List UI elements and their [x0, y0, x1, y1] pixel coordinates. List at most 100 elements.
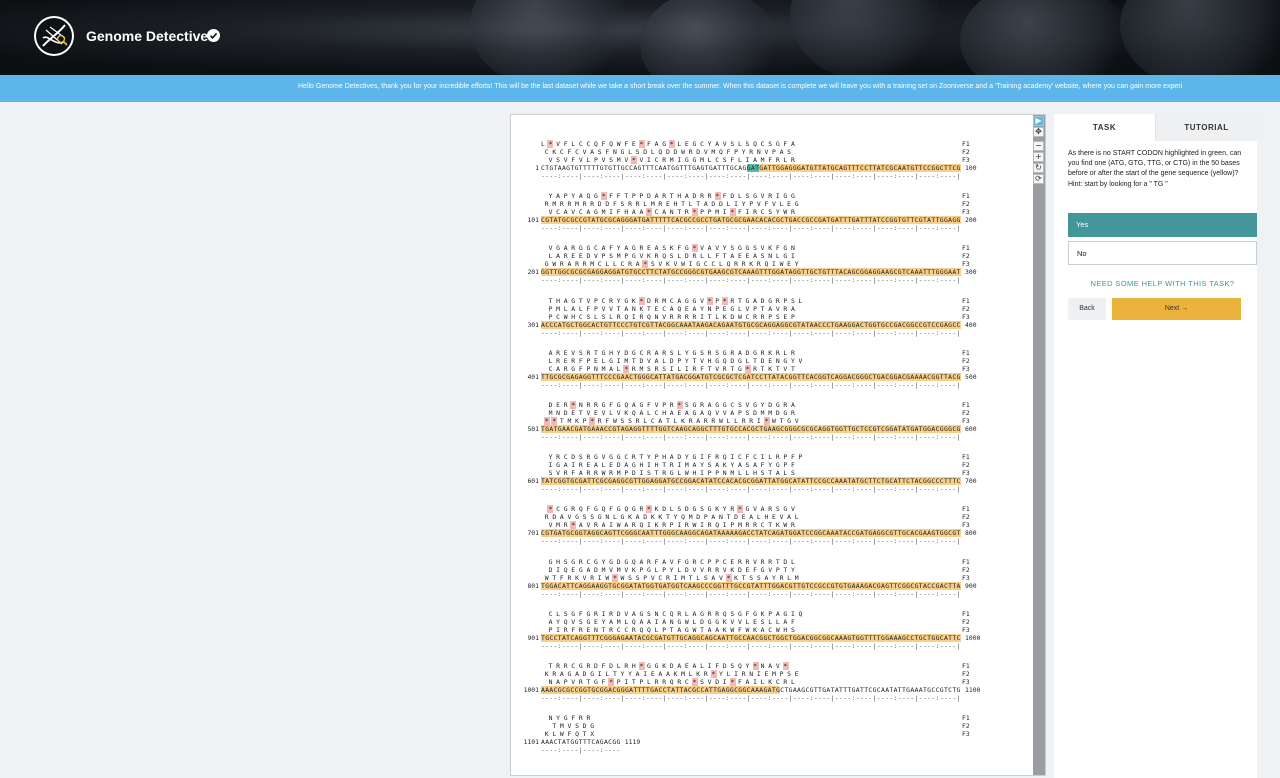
project-logo[interactable]	[34, 16, 74, 56]
frame-row-f2: L R E R F P E L G I M T D V A L D P Y T …	[541, 357, 981, 365]
frame-label: F3	[962, 625, 970, 634]
dna-sequence: GGTTGGCGCGCGAGGAGGATGTGCCTTCTATGCCGGGCGT…	[541, 268, 961, 277]
answer-yes-button[interactable]: Yes	[1068, 213, 1257, 237]
frame-text: L R E R F P E L G I M T D V A L D P Y T …	[541, 356, 803, 365]
frame-label: F3	[962, 521, 970, 530]
dna-sequence: TATCGGTGCGATTCGCGAGGCGTTGGAGGATGCCGGACAT…	[541, 477, 961, 486]
frame-row-f3: V M R * A V R A I W A R Q I K R P I R W …	[541, 521, 981, 530]
frame-row-f1: T H A G T V P C R Y G K * D R M C A G G …	[541, 296, 981, 305]
question-text: As there is no START CODON highlighted i…	[1068, 150, 1242, 178]
frame-row-f1: L * V F L C C Q F Q W F E * F A G * L E …	[541, 140, 981, 148]
sequence-block: G H S G R C G Y G D G Q A R F A V F G R …	[511, 558, 1033, 606]
frame-text: Y A P Y A Q G * F F T P P D A R T H A D …	[541, 192, 795, 201]
frame-text: P I R F R E N T R C C R Q Q L P T A G W …	[541, 625, 795, 634]
back-button[interactable]: Back	[1068, 298, 1106, 320]
tab-task[interactable]: TASK	[1054, 114, 1155, 141]
frame-label: F1	[962, 140, 970, 148]
frame-row-f1: V G A R G G C A F Y A G R E A S K F G * …	[541, 244, 981, 253]
subject-viewer[interactable]: L * V F L C C Q F Q W F E * F A G * L E …	[510, 114, 1046, 776]
frame-label: F1	[962, 348, 970, 357]
project-title[interactable]: Genome Detectives	[86, 28, 216, 44]
frame-label: F1	[962, 714, 970, 723]
sequence-display: L * V F L C C Q F Q W F E * F A G * L E …	[511, 115, 1033, 775]
sequence-end-number: 800	[965, 529, 977, 538]
verified-badge-icon	[207, 29, 220, 42]
frame-label: F3	[962, 260, 970, 269]
reset-icon[interactable]: ⟳	[1033, 174, 1044, 184]
answer-no-button[interactable]: No	[1068, 241, 1257, 265]
background-blob	[470, 0, 630, 75]
frame-row-f3: P C W H C S L S L R Q I R Q N V R R R R …	[541, 313, 981, 321]
dna-sequence: AAACGCGCCGGTGCGGACGGGATTTTGACCTATTACGCCA…	[541, 686, 961, 694]
sequence-block: V G A R G G C A F Y A G R E A S K F G * …	[511, 244, 1033, 292]
sequence-block: C L S G F G R I R D V A G S N C Q R L A …	[511, 610, 1033, 658]
sequence-end-number: 900	[965, 581, 977, 590]
frame-row-f1: Y A P Y A Q G * F F T P P D A R T H A D …	[541, 192, 981, 201]
frame-row-f3: * * T M K P * R F W S S R L C A T L K R …	[541, 417, 981, 425]
frame-row-f3: V C A V C A G M I F H A A * C A N T R * …	[541, 208, 981, 217]
move-tool-icon[interactable]: ✥	[1033, 127, 1044, 137]
frame-text: L * V F L C C Q F Q W F E * F A G * L E …	[541, 140, 795, 148]
task-help-link[interactable]: NEED SOME HELP WITH THIS TASK?	[1068, 279, 1257, 288]
frame-text: L A R E E D V P S M P G V K R Q S L D R …	[541, 252, 795, 261]
frame-label: F3	[962, 156, 970, 164]
frame-row-f2: R D A V G S S G N L G K A D K K T Y Q M …	[541, 513, 981, 521]
frame-label: F3	[962, 364, 970, 373]
sequence-start-number: 901	[527, 633, 539, 642]
position-ruler: ----:----|----:----|----:----|----:----|…	[541, 276, 961, 285]
frame-row-f3: S V R F A R R W R M P D I S T R G L W H …	[541, 469, 981, 477]
next-button[interactable]: Next →	[1112, 298, 1241, 320]
position-ruler: ----:----|----:----|----:----|----:----|…	[541, 380, 961, 389]
zoom-out-icon[interactable]: −	[1033, 141, 1044, 151]
sequence-start-number: 701	[527, 529, 539, 538]
frame-row-f1: A R E V S R T G H Y D G C R A R S L Y G …	[541, 349, 981, 357]
frame-label: F3	[962, 730, 970, 739]
task-panel: TASK TUTORIAL As there is no START CODON…	[1054, 114, 1257, 778]
frame-row-f1: C L S G F G R I R D V A G S N C Q R L A …	[541, 610, 981, 618]
tab-tutorial[interactable]: TUTORIAL	[1155, 114, 1257, 141]
background-blob	[1120, 0, 1280, 75]
frame-text: T H A G T V P C R Y G K * D R M C A G G …	[541, 296, 803, 305]
sequence-end-number: 400	[965, 320, 977, 329]
frame-text: R M R R M R R D D F S R R L M R E H T L …	[541, 200, 799, 209]
frame-row-f2: R M R R M R R D D F S R R L M R E H T L …	[541, 200, 981, 208]
frame-text: C K C F C V A S F N G L S D L Q D D W R …	[541, 148, 795, 156]
frame-text: N Y G F R R	[541, 714, 591, 723]
pointer-tool-icon[interactable]: ▶	[1033, 116, 1044, 126]
task-question: As there is no START CODON highlighted i…	[1068, 149, 1250, 190]
position-ruler: ----:----|----:----	[541, 746, 621, 755]
frame-row-f2: K R A G A D G I L T Y Y A I E A A K M L …	[541, 670, 981, 678]
frame-text: V G A R G G C A F Y A G R E A S K F G * …	[541, 244, 795, 253]
sequence-block: D E R * N R R G F G Q A G F V P R * S G …	[511, 401, 1033, 449]
viewer-scrollbar[interactable]	[1033, 115, 1045, 775]
frame-row-f3: K L W F Q T X	[541, 730, 981, 738]
frame-label: F2	[962, 252, 970, 261]
frame-text: A Y Q V S G E Y A M L Q A A I A N G W L …	[541, 617, 795, 626]
position-ruler: ----:----|----:----|----:----|----:----|…	[541, 172, 961, 180]
frame-row-f2: P M L A L F P V V T A N K T E C A Q E A …	[541, 305, 981, 313]
frame-row-f1: * C G R Q F G Q F G Q G R * K D L S D G …	[541, 505, 981, 514]
frame-label: F1	[962, 662, 970, 670]
sequence-end-number: 1000	[965, 633, 981, 642]
frame-row-f1: N Y G F R R	[541, 714, 981, 722]
zoom-in-icon[interactable]: +	[1033, 152, 1044, 162]
frame-label: F1	[962, 192, 970, 201]
frame-text: K L W F Q T X	[541, 730, 595, 739]
frame-row-f3: G W R A R R M C L L C R A * S V K V W I …	[541, 260, 981, 269]
sequence-end-number: 300	[965, 268, 977, 277]
frame-label: F2	[962, 722, 970, 731]
frame-label: F2	[962, 304, 970, 313]
frame-label: F2	[962, 356, 970, 365]
frame-label: F2	[962, 513, 970, 522]
position-ruler: ----:----|----:----|----:----|----:----|…	[541, 224, 961, 233]
frame-text: C A R G F P N M A L * R M S R S I L I R …	[541, 364, 795, 373]
frame-row-f2: M N D E T V E V L V K Q A L C H A E A G …	[541, 409, 981, 417]
frame-label: F3	[962, 417, 970, 425]
frame-row-f3: N A P V R T G F * P I T P L R R Q R C * …	[541, 678, 981, 686]
sequence-block: L * V F L C C Q F Q W F E * F A G * L E …	[511, 140, 1033, 188]
frame-text: C L S G F G R I R D V A G S N C Q R L A …	[541, 609, 803, 618]
frame-label: F1	[962, 609, 970, 618]
sequence-start-number: 1101	[523, 738, 539, 747]
rotate-icon[interactable]: ↻	[1033, 163, 1044, 173]
frame-text: V C A V C A G M I F H A A * C A N T R * …	[541, 208, 795, 217]
